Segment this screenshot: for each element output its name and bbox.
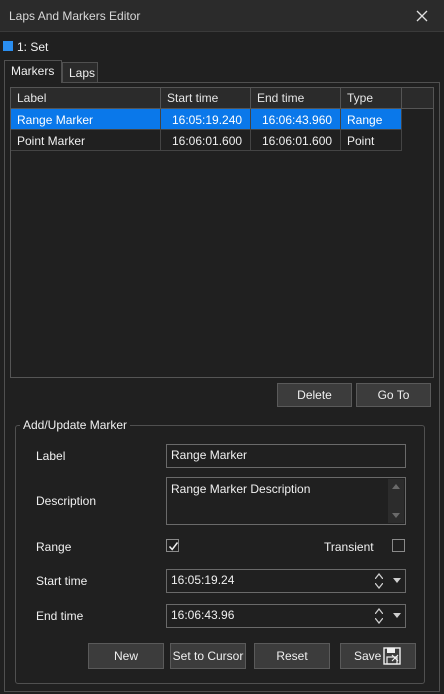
- set-color-swatch: [3, 41, 13, 51]
- column-header-end-time[interactable]: End time: [251, 88, 341, 108]
- title-bar: Laps And Markers Editor: [0, 0, 444, 32]
- range-checkbox[interactable]: [166, 539, 179, 552]
- save-disk-icon: [383, 647, 401, 665]
- label-input[interactable]: Range Marker: [166, 444, 406, 468]
- markers-grid[interactable]: Label Start time End time Type Range Mar…: [10, 87, 434, 378]
- column-header-type[interactable]: Type: [341, 88, 402, 108]
- go-to-button[interactable]: Go To: [356, 383, 431, 407]
- label-input-value: Range Marker: [171, 448, 248, 462]
- end-time-value: 16:06:43.96: [171, 608, 235, 622]
- table-row[interactable]: Range Marker 16:05:19.240 16:06:43.960 R…: [11, 109, 433, 130]
- tab-markers-label: Markers: [11, 64, 55, 78]
- tab-laps-label: Laps: [69, 66, 96, 80]
- tab-markers[interactable]: Markers: [4, 60, 62, 83]
- spin-down-icon[interactable]: [375, 618, 383, 624]
- dropdown-arrow-icon[interactable]: [393, 578, 401, 583]
- grid-header: Label Start time End time Type: [11, 88, 433, 109]
- cell-end-time: 16:06:01.600: [251, 130, 341, 151]
- start-time-field-label: Start time: [36, 574, 88, 588]
- dropdown-arrow-icon[interactable]: [393, 613, 401, 618]
- save-button-label: Save: [354, 649, 382, 663]
- cell-end-time: 16:06:43.960: [251, 109, 341, 130]
- cell-label: Point Marker: [11, 130, 161, 151]
- window-title: Laps And Markers Editor: [9, 9, 141, 23]
- start-time-picker[interactable]: 16:05:19.24: [166, 569, 406, 593]
- description-field-label: Description: [36, 494, 97, 508]
- cell-type: Point: [341, 130, 402, 151]
- start-time-value: 16:05:19.24: [171, 573, 235, 587]
- cell-type: Range: [341, 109, 402, 130]
- spin-up-icon[interactable]: [375, 573, 383, 579]
- close-icon: [416, 10, 428, 22]
- checkmark-icon: [168, 542, 179, 551]
- description-textarea[interactable]: Range Marker Description: [166, 477, 406, 525]
- reset-button[interactable]: Reset: [254, 643, 330, 669]
- save-button[interactable]: Save: [340, 643, 416, 669]
- transient-field-label: Transient: [324, 540, 374, 554]
- new-button[interactable]: New: [88, 643, 164, 669]
- scroll-down-icon: [392, 513, 400, 518]
- column-header-label[interactable]: Label: [11, 88, 161, 108]
- cell-start-time: 16:05:19.240: [161, 109, 251, 130]
- group-title: Add/Update Marker: [20, 418, 131, 432]
- set-label: 1: Set: [17, 40, 49, 54]
- set-to-cursor-button[interactable]: Set to Cursor: [170, 643, 246, 669]
- spin-down-icon[interactable]: [375, 583, 383, 589]
- scroll-up-icon: [392, 484, 400, 489]
- end-time-field-label: End time: [36, 609, 84, 623]
- table-row[interactable]: Point Marker 16:06:01.600 16:06:01.600 P…: [11, 130, 433, 151]
- label-field-label: Label: [36, 449, 66, 463]
- cell-label: Range Marker: [11, 109, 161, 130]
- description-scrollbar[interactable]: [388, 479, 404, 523]
- end-time-picker[interactable]: 16:06:43.96: [166, 604, 406, 628]
- close-button[interactable]: [400, 0, 444, 32]
- description-textarea-value: Range Marker Description: [171, 482, 311, 496]
- cell-start-time: 16:06:01.600: [161, 130, 251, 151]
- transient-checkbox[interactable]: [392, 539, 405, 552]
- range-field-label: Range: [36, 540, 72, 554]
- tab-laps[interactable]: Laps: [62, 62, 98, 82]
- spin-up-icon[interactable]: [375, 608, 383, 614]
- delete-button[interactable]: Delete: [277, 383, 352, 407]
- column-header-start-time[interactable]: Start time: [161, 88, 251, 108]
